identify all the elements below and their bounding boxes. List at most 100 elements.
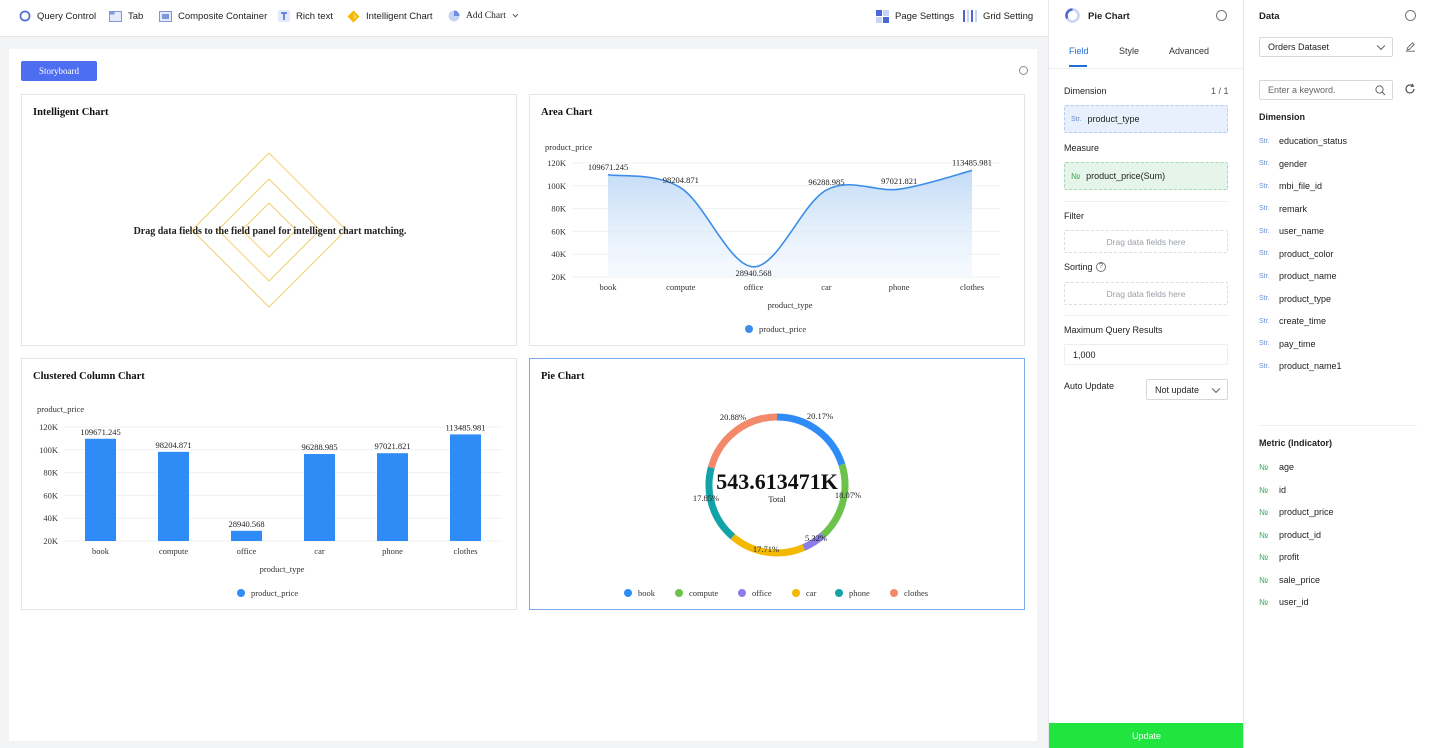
field-name: mbi_file_id: [1279, 181, 1323, 191]
dimension-field-item[interactable]: Str. product_name1: [1259, 359, 1342, 373]
measure-field-chip[interactable]: № product_price(Sum): [1064, 162, 1228, 190]
data-label: 98204.871: [663, 175, 699, 185]
props-title: Pie Chart: [1088, 11, 1130, 22]
x-tick-label: office: [237, 546, 257, 556]
auto-update-select[interactable]: Not update: [1146, 379, 1228, 400]
dimension-field-item[interactable]: Str. product_type: [1259, 292, 1331, 306]
legend-marker: [792, 589, 800, 597]
active-tab-indicator: [1069, 65, 1087, 67]
y-tick-label: 40K: [551, 249, 567, 259]
properties-panel: Pie Chart Field Style Advanced Dimension…: [1048, 0, 1244, 748]
x-tick-label: office: [744, 282, 764, 292]
pie-slice: [776, 413, 846, 466]
x-tick-label: clothes: [453, 546, 477, 556]
string-type-tag: Str.: [1071, 115, 1082, 123]
dimension-field-item[interactable]: Str. product_color: [1259, 247, 1334, 261]
max-results-input[interactable]: 1,000: [1064, 344, 1228, 365]
legend-label: product_price: [759, 324, 806, 334]
refresh-icon[interactable]: [1404, 83, 1416, 95]
string-type-tag: Str.: [1259, 137, 1270, 145]
dimension-field-item[interactable]: Str. remark: [1259, 202, 1307, 216]
pie-chart-card[interactable]: Pie Chart 20.17% 18.07% 5.32% 17.71% 17.85% 2…: [529, 358, 1025, 610]
bar: [377, 453, 408, 541]
string-type-tag: Str.: [1259, 340, 1270, 347]
legend-label: book: [638, 588, 656, 598]
metric-field-item[interactable]: № sale_price: [1259, 573, 1320, 587]
data-label: 96288.985: [301, 442, 337, 452]
x-tick-label: compute: [666, 282, 695, 292]
pie-total-label: Total: [768, 494, 786, 504]
number-type-tag: №: [1259, 507, 1269, 517]
dimension-field-item[interactable]: Str. education_status: [1259, 134, 1347, 148]
page-settings-button[interactable]: Page Settings: [876, 0, 954, 32]
field-name: user_id: [1279, 597, 1309, 607]
collapse-panel-icon[interactable]: [1216, 10, 1227, 21]
y-axis-title: product_price: [545, 142, 592, 152]
legend-label: clothes: [904, 588, 928, 598]
data-label: 96288.985: [808, 177, 844, 187]
y-tick-label: 40K: [43, 513, 59, 523]
dimension-field-item[interactable]: Str. create_time: [1259, 314, 1326, 328]
pie-chart-icon: [448, 10, 460, 22]
intelligent-chart-button[interactable]: Intelligent Chart: [347, 0, 433, 32]
composite-container-label: Composite Container: [178, 10, 268, 22]
column-chart-card[interactable]: Clustered Column Chart product_price 120K…: [21, 358, 517, 610]
grid-setting-button[interactable]: Grid Setting: [963, 0, 1033, 32]
intelligent-chart-card[interactable]: Intelligent Chart Drag data fields to th…: [21, 94, 517, 346]
metric-field-item[interactable]: № profit: [1259, 550, 1299, 564]
tab-button[interactable]: Tab: [109, 0, 143, 32]
add-chart-button[interactable]: Add Chart: [448, 0, 519, 32]
update-button[interactable]: Update: [1049, 723, 1244, 748]
metric-field-item[interactable]: № age: [1259, 460, 1294, 474]
field-name: product_price: [1279, 507, 1334, 517]
bar: [304, 454, 335, 541]
filter-drop-zone[interactable]: Drag data fields here: [1064, 230, 1228, 253]
data-label: 97021.821: [881, 176, 917, 186]
field-name: create_time: [1279, 316, 1327, 326]
legend-label: phone: [849, 588, 870, 598]
tab-advanced[interactable]: Advanced: [1169, 46, 1209, 56]
canvas-settings-icon[interactable]: [1019, 66, 1028, 75]
pie-slice: [707, 413, 778, 469]
metric-field-item[interactable]: № id: [1259, 483, 1286, 497]
composite-container-button[interactable]: Composite Container: [159, 0, 267, 32]
metric-field-item[interactable]: № product_price: [1259, 505, 1334, 519]
edit-icon[interactable]: [1405, 41, 1416, 52]
storyboard-button[interactable]: Storyboard: [21, 61, 97, 81]
dimension-field-item[interactable]: Str. user_name: [1259, 224, 1324, 238]
field-name: age: [1279, 462, 1295, 472]
field-name: education_status: [1279, 136, 1348, 146]
legend-marker: [890, 589, 898, 597]
y-axis-title: product_price: [37, 404, 84, 414]
rich-text-button[interactable]: Rich text: [278, 0, 333, 32]
field-name: remark: [1279, 203, 1308, 214]
diamond-placeholder-icon: [191, 152, 347, 308]
area-chart-card[interactable]: Area Chart product_price 120K 100K 80K 60K 40…: [529, 94, 1025, 346]
dimension-label: Dimension: [1064, 86, 1107, 96]
data-label: 113485.981: [445, 422, 485, 432]
slice-percent-label: 17.71%: [753, 544, 779, 554]
y-tick-label: 120K: [39, 422, 59, 432]
slice-percent-label: 5.32%: [805, 533, 827, 543]
dimension-field-item[interactable]: Str. gender: [1259, 157, 1307, 171]
dimension-field-item[interactable]: Str. product_name: [1259, 269, 1337, 283]
composite-container-icon: [159, 10, 172, 22]
metric-field-item[interactable]: № product_id: [1259, 528, 1321, 542]
string-type-tag: Str.: [1259, 272, 1270, 280]
tab-style[interactable]: Style: [1119, 46, 1139, 56]
search-input[interactable]: Enter a keyword.: [1259, 80, 1393, 100]
field-name: product_id: [1279, 529, 1322, 540]
collapse-data-panel-icon[interactable]: [1405, 10, 1416, 21]
help-icon[interactable]: ?: [1096, 262, 1106, 272]
x-tick-label: car: [821, 282, 832, 292]
tab-field[interactable]: Field: [1069, 46, 1089, 56]
dimension-field-item[interactable]: Str. pay_time: [1259, 337, 1316, 351]
metric-field-item[interactable]: № user_id: [1259, 595, 1309, 609]
dimension-field-item[interactable]: Str. mbi_file_id: [1259, 179, 1322, 193]
dataset-select[interactable]: Orders Dataset: [1259, 37, 1393, 57]
query-control-button[interactable]: Query Control: [19, 0, 96, 32]
sorting-drop-zone[interactable]: Drag data fields here: [1064, 282, 1228, 305]
filter-label: Filter: [1064, 211, 1084, 221]
dimension-field-chip[interactable]: Str. product_type: [1064, 105, 1228, 133]
legend-label: car: [806, 588, 817, 598]
